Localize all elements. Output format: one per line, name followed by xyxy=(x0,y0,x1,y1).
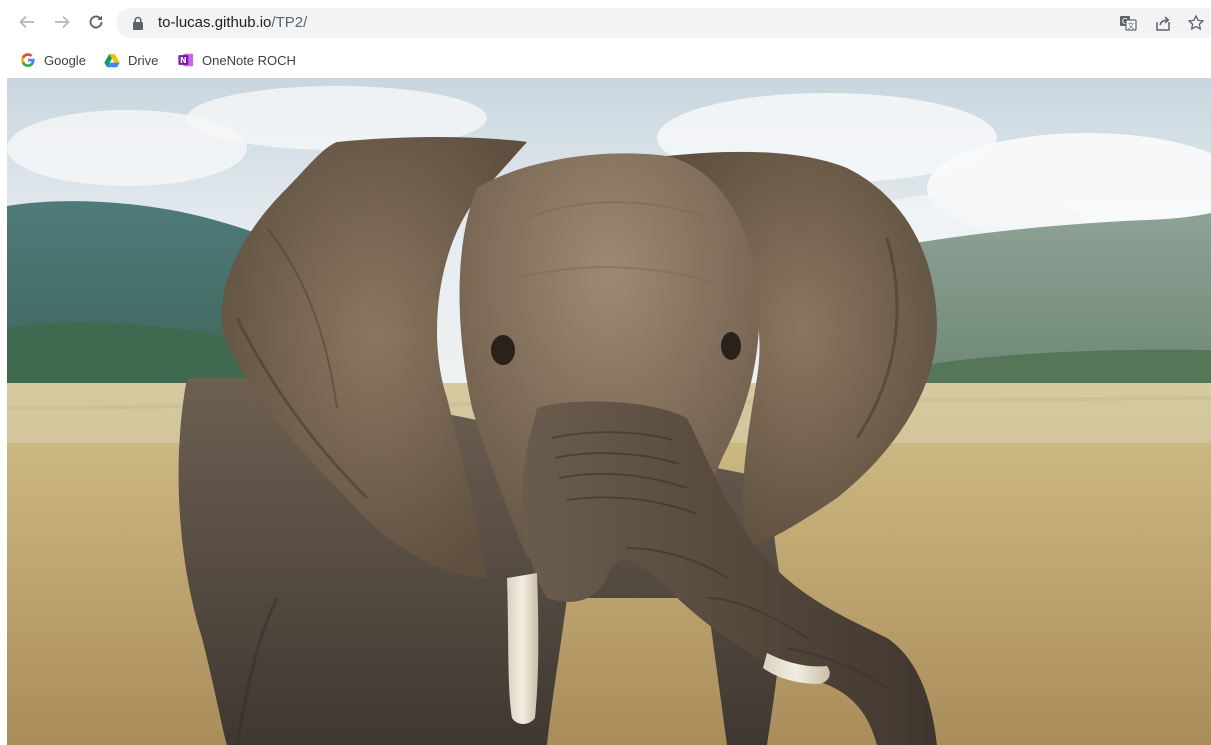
bookmark-label: OneNote ROCH xyxy=(202,52,296,68)
browser-toolbar: to-lucas.github.io/TP2/ G 文 xyxy=(0,0,1211,44)
bookmark-google[interactable]: Google xyxy=(20,50,86,70)
url-path: /TP2/ xyxy=(271,14,308,31)
reload-icon[interactable] xyxy=(86,12,106,32)
url-host: to-lucas.github.io xyxy=(158,14,272,31)
bookmark-label: Drive xyxy=(128,52,159,68)
bookmarks-bar: Google Drive N OneNote ROCH xyxy=(0,44,1211,76)
svg-text:N: N xyxy=(180,56,187,65)
svg-text:文: 文 xyxy=(1128,21,1135,30)
bookmark-onenote[interactable]: N OneNote ROCH xyxy=(178,50,296,70)
google-drive-icon xyxy=(104,52,120,68)
share-icon[interactable] xyxy=(1153,13,1173,33)
lock-icon[interactable] xyxy=(132,16,144,30)
onenote-icon: N xyxy=(178,52,194,68)
page-content xyxy=(0,78,1211,745)
back-arrow-icon[interactable] xyxy=(17,12,37,32)
forward-arrow-icon[interactable] xyxy=(52,12,72,32)
bookmark-drive[interactable]: Drive xyxy=(104,50,158,70)
translate-icon[interactable]: G 文 xyxy=(1118,13,1138,33)
star-icon[interactable] xyxy=(1186,13,1206,33)
url-text[interactable]: to-lucas.github.io/TP2/ xyxy=(158,14,307,32)
google-icon xyxy=(20,52,36,68)
address-bar[interactable]: to-lucas.github.io/TP2/ G 文 xyxy=(116,8,1210,38)
bookmark-label: Google xyxy=(44,52,86,68)
elephant-photo xyxy=(7,78,1211,745)
